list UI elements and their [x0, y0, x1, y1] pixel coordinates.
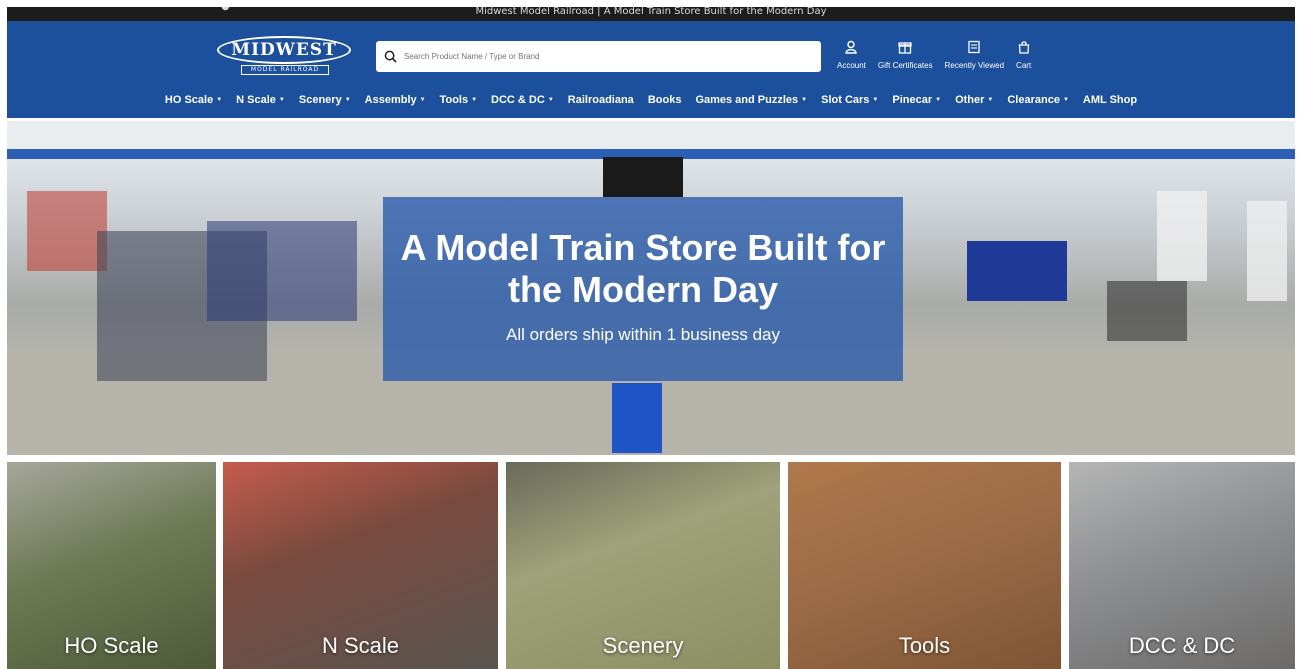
search-bar [376, 41, 821, 72]
hero-banner[interactable]: A Model Train Store Built for the Modern… [7, 121, 1295, 455]
nav-label: Scenery [298, 94, 342, 106]
recently-viewed-link[interactable]: Recently Viewed [945, 39, 1004, 70]
category-tile-tools[interactable]: Tools [788, 462, 1061, 669]
caret-down-icon: ▼ [471, 97, 478, 103]
caret-down-icon: ▼ [872, 97, 879, 103]
nav-label: AML Shop [1082, 94, 1138, 106]
nav-item-railroadiana[interactable]: Railroadiana [568, 94, 634, 106]
nav-label: HO Scale [164, 94, 214, 106]
recently-viewed-label: Recently Viewed [944, 61, 1005, 70]
category-tiles: HO Scale N Scale Scenery Tools DCC & DC [7, 462, 1295, 669]
cart-icon [1017, 39, 1031, 58]
nav-label: Railroadiana [567, 94, 634, 106]
announcement-text: Midwest Model Railroad | A Model Train S… [475, 7, 827, 17]
caret-down-icon: ▼ [216, 97, 223, 103]
nav-item-assembly[interactable]: Assembly ▼ [365, 94, 426, 106]
announcement-bar: ● Midwest Model Railroad | A Model Train… [7, 7, 1295, 21]
midwest-logo[interactable]: MIDWEST MODEL RAILROAD [217, 36, 353, 78]
nav-label: Tools [439, 94, 469, 106]
category-tile-dcc-dc[interactable]: DCC & DC [1069, 462, 1295, 669]
nav-label: Clearance [1007, 94, 1060, 106]
category-tile-n-scale[interactable]: N Scale [223, 462, 498, 669]
caret-down-icon: ▼ [1062, 97, 1069, 103]
site-header: MIDWEST MODEL RAILROAD Account Gift Cert… [7, 21, 1295, 118]
gift-certificates-link[interactable]: Gift Certificates [878, 39, 933, 70]
header-actions: Account Gift Certificates Recently Viewe… [837, 39, 1043, 70]
category-tile-ho-scale[interactable]: HO Scale [7, 462, 216, 669]
main-nav: HO Scale ▼ N Scale ▼ Scenery ▼ Assembly ▼ To… [7, 93, 1295, 107]
gift-icon [898, 39, 912, 58]
nav-item-slot-cars[interactable]: Slot Cars ▼ [821, 94, 878, 106]
caret-down-icon: ▼ [987, 97, 994, 103]
search-icon[interactable] [376, 50, 404, 63]
nav-item-clearance[interactable]: Clearance ▼ [1007, 94, 1069, 106]
nav-label: Games and Puzzles [695, 94, 799, 106]
gift-certificates-label: Gift Certificates [877, 61, 933, 70]
cart-label: Cart [1016, 61, 1032, 70]
caret-down-icon: ▼ [344, 97, 351, 103]
caret-down-icon: ▼ [419, 97, 426, 103]
caret-down-icon: ▼ [801, 97, 808, 103]
account-link[interactable]: Account [837, 39, 866, 70]
nav-item-other[interactable]: Other ▼ [955, 94, 993, 106]
logo-oval: MIDWEST [217, 36, 351, 64]
category-tile-scenery[interactable]: Scenery [506, 462, 780, 669]
nav-item-scenery[interactable]: Scenery ▼ [299, 94, 351, 106]
nav-item-pinecar[interactable]: Pinecar ▼ [892, 94, 941, 106]
nav-item-dcc-dc[interactable]: DCC & DC ▼ [491, 94, 554, 106]
nav-item-books[interactable]: Books [648, 94, 682, 106]
category-label: HO Scale [64, 633, 159, 658]
nav-item-games-and-puzzles[interactable]: Games and Puzzles ▼ [695, 94, 807, 106]
nav-item-aml-shop[interactable]: AML Shop [1083, 94, 1137, 106]
category-label: N Scale [321, 633, 400, 658]
hero-title: A Model Train Store Built for the Modern… [400, 227, 886, 310]
caret-down-icon: ▼ [278, 97, 285, 103]
cart-link[interactable]: Cart [1016, 39, 1031, 70]
nav-label: Pinecar [892, 94, 933, 106]
nav-item-n-scale[interactable]: N Scale ▼ [236, 94, 285, 106]
nav-item-tools[interactable]: Tools ▼ [440, 94, 477, 106]
nav-label: Other [955, 94, 985, 106]
hero-text-box: A Model Train Store Built for the Modern… [383, 197, 903, 381]
nav-label: N Scale [236, 94, 276, 106]
logo-main-text: MIDWEST [231, 40, 337, 60]
caret-down-icon: ▼ [547, 97, 554, 103]
nav-label: Assembly [364, 94, 417, 106]
account-label: Account [837, 61, 866, 70]
nav-item-ho-scale[interactable]: HO Scale ▼ [165, 94, 222, 106]
search-input[interactable] [404, 41, 821, 72]
category-label: DCC & DC [1128, 633, 1236, 658]
announcement-icon: ● [221, 7, 230, 12]
recently-viewed-icon [967, 39, 981, 58]
nav-label: DCC & DC [491, 94, 545, 106]
logo-sub-text: MODEL RAILROAD [241, 65, 329, 75]
nav-label: Books [647, 94, 682, 106]
hero-subtitle: All orders ship within 1 business day [505, 325, 781, 344]
category-label: Scenery [602, 633, 684, 658]
caret-down-icon: ▼ [935, 97, 942, 103]
user-icon [844, 39, 858, 58]
category-label: Tools [898, 633, 951, 658]
nav-label: Slot Cars [821, 94, 870, 106]
